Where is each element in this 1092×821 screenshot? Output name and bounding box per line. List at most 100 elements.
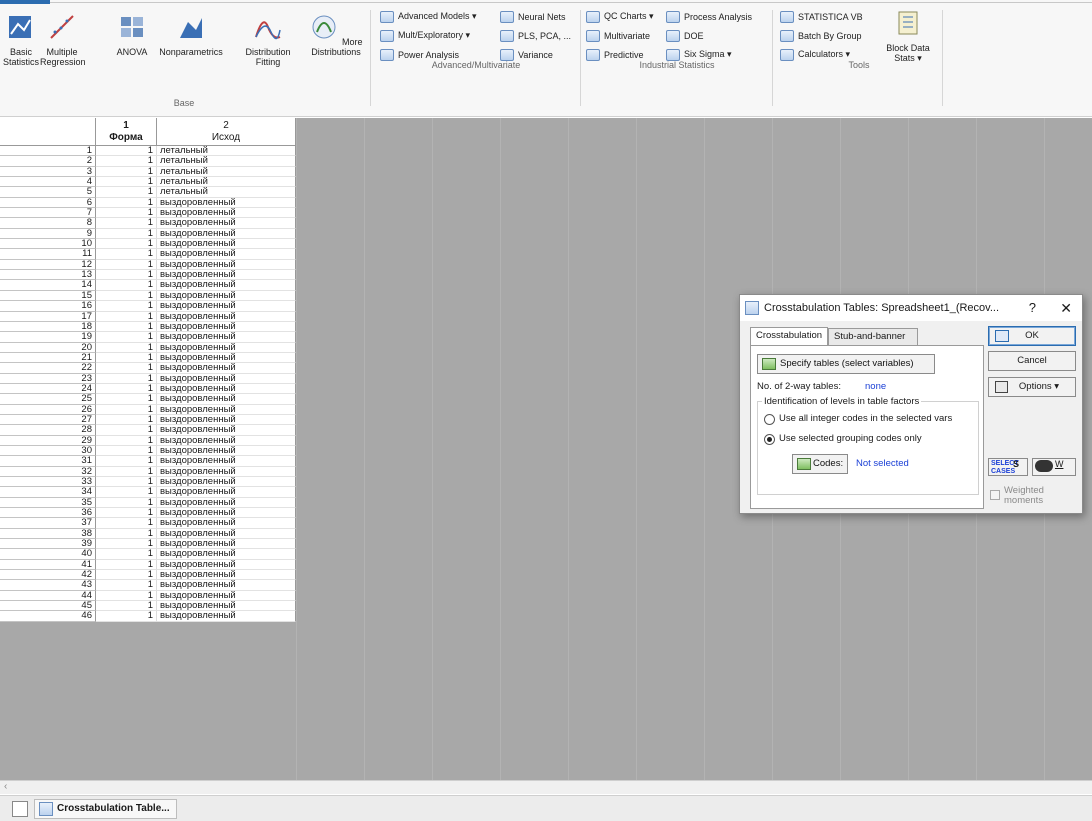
cell-iskhod[interactable]: выздоровленный bbox=[157, 301, 296, 312]
row-number[interactable]: 7 bbox=[0, 207, 96, 219]
cell-iskhod[interactable]: выздоровленный bbox=[157, 373, 296, 384]
cell-iskhod[interactable]: летальный bbox=[157, 187, 296, 198]
spreadsheet-window-icon[interactable] bbox=[12, 801, 28, 817]
cell-iskhod[interactable]: летальный bbox=[157, 166, 296, 178]
cell-iskhod[interactable]: выздоровленный bbox=[157, 466, 296, 477]
row-number[interactable]: 3 bbox=[0, 166, 96, 178]
row-number[interactable]: 1 bbox=[0, 145, 96, 157]
cell-iskhod[interactable]: выздоровленный bbox=[157, 280, 296, 291]
table-row[interactable]: 19 1 выздоровленный bbox=[0, 332, 296, 343]
qc-charts-button[interactable]: QC Charts ▾ bbox=[586, 8, 654, 25]
help-button[interactable]: ? bbox=[1029, 295, 1036, 321]
cell-iskhod[interactable]: выздоровленный bbox=[157, 611, 296, 622]
cell-iskhod[interactable]: выздоровленный bbox=[157, 456, 296, 467]
cell-iskhod[interactable]: выздоровленный bbox=[157, 497, 296, 509]
cell-iskhod[interactable]: выздоровленный bbox=[157, 342, 296, 353]
cell-iskhod[interactable]: выздоровленный bbox=[157, 601, 296, 612]
row-number[interactable]: 16 bbox=[0, 300, 96, 312]
table-row[interactable]: 22 1 выздоровленный bbox=[0, 363, 296, 374]
cell-iskhod[interactable]: летальный bbox=[157, 177, 296, 188]
row-number[interactable]: 8 bbox=[0, 218, 96, 229]
statistica-vb-button[interactable]: STATISTICA VB bbox=[780, 8, 863, 25]
cell-iskhod[interactable]: выздоровленный bbox=[157, 383, 296, 395]
cell-iskhod[interactable]: выздоровленный bbox=[157, 435, 296, 446]
codes-button[interactable]: Codes: bbox=[792, 454, 848, 474]
row-number[interactable]: 5 bbox=[0, 187, 96, 198]
tab-crosstabulation[interactable]: Crosstabulation bbox=[750, 327, 828, 345]
tab-stub-and-banner[interactable]: Stub-and-banner bbox=[828, 328, 918, 346]
cell-iskhod[interactable]: летальный bbox=[157, 146, 296, 157]
cell-iskhod[interactable]: выздоровленный bbox=[157, 477, 296, 488]
anova-button[interactable]: ANOVA bbox=[116, 12, 148, 57]
cell-iskhod[interactable]: выздоровленный bbox=[157, 445, 296, 457]
cell-iskhod[interactable]: выздоровленный bbox=[157, 404, 296, 415]
cell-iskhod[interactable]: выздоровленный bbox=[157, 559, 296, 571]
close-button[interactable]: ✕ bbox=[1060, 295, 1072, 321]
weight-button[interactable]: W bbox=[1032, 458, 1076, 476]
row-number[interactable]: 6 bbox=[0, 197, 96, 209]
horizontal-scrollbar[interactable]: ‹ bbox=[0, 780, 1092, 794]
cancel-button[interactable]: Cancel bbox=[988, 351, 1076, 371]
distribution-fitting-button[interactable]: Distribution Fitting bbox=[232, 12, 304, 67]
cell-iskhod[interactable]: выздоровленный bbox=[157, 290, 296, 302]
cell-iskhod[interactable]: выздоровленный bbox=[157, 311, 296, 322]
table-row[interactable]: 46 1 выздоровленный bbox=[0, 611, 296, 622]
cell-iskhod[interactable]: выздоровленный bbox=[157, 270, 296, 281]
multiple-regression-button[interactable]: Multiple Regression bbox=[40, 12, 86, 67]
process-analysis-button[interactable]: Process Analysis bbox=[666, 8, 752, 25]
dialog-titlebar[interactable]: Crosstabulation Tables: Spreadsheet1_(Re… bbox=[740, 295, 1082, 321]
nonparametrics-button[interactable]: Nonparametrics bbox=[150, 12, 232, 57]
options-button[interactable]: Options ▾ bbox=[988, 377, 1076, 397]
row-number[interactable]: 46 bbox=[0, 611, 96, 622]
cell-iskhod[interactable]: выздоровленный bbox=[157, 239, 296, 250]
radio-selected-codes[interactable] bbox=[764, 434, 775, 445]
column-header-forma[interactable]: 1 Форма bbox=[96, 118, 157, 146]
cell-iskhod[interactable]: выздоровленный bbox=[157, 352, 296, 364]
radio-all-codes[interactable] bbox=[764, 414, 775, 425]
cell-forma[interactable]: 1 bbox=[96, 611, 157, 622]
row-number[interactable]: 4 bbox=[0, 176, 96, 188]
cell-iskhod[interactable]: выздоровленный bbox=[157, 549, 296, 560]
taskbar-crosstab-item[interactable]: Crosstabulation Table... bbox=[34, 799, 177, 819]
sheet-corner[interactable] bbox=[0, 118, 96, 146]
cell-iskhod[interactable]: выздоровленный bbox=[157, 228, 296, 240]
cell-iskhod[interactable]: выздоровленный bbox=[157, 321, 296, 333]
specify-tables-button[interactable]: Specify tables (select variables) bbox=[757, 354, 935, 374]
cell-iskhod[interactable]: выздоровленный bbox=[157, 259, 296, 271]
cell-iskhod[interactable]: выздоровленный bbox=[157, 590, 296, 602]
cell-iskhod[interactable]: выздоровленный bbox=[157, 332, 296, 343]
table-row[interactable]: 16 1 выздоровленный bbox=[0, 300, 296, 312]
cell-iskhod[interactable]: выздоровленный bbox=[157, 580, 296, 591]
cell-iskhod[interactable]: выздоровленный bbox=[157, 218, 296, 229]
cell-iskhod[interactable]: выздоровленный bbox=[157, 414, 296, 426]
cell-iskhod[interactable]: выздоровленный bbox=[157, 539, 296, 550]
cell-iskhod[interactable]: выздоровленный bbox=[157, 197, 296, 209]
row-number[interactable]: 19 bbox=[0, 332, 96, 343]
cell-iskhod[interactable]: выздоровленный bbox=[157, 528, 296, 540]
mult-exploratory-button[interactable]: Mult/Exploratory ▾ bbox=[380, 27, 470, 44]
basic-statistics-button[interactable]: Basic Statistics bbox=[2, 12, 40, 67]
pls-pca-button[interactable]: PLS, PCA, ... bbox=[500, 27, 571, 44]
cell-iskhod[interactable]: летальный bbox=[157, 156, 296, 167]
cell-forma[interactable]: 1 bbox=[96, 363, 157, 374]
doe-button[interactable]: DOE bbox=[666, 27, 704, 44]
multivariate-button[interactable]: Multivariate bbox=[586, 27, 650, 44]
cell-forma[interactable]: 1 bbox=[96, 300, 157, 312]
cell-iskhod[interactable]: выздоровленный bbox=[157, 394, 296, 405]
batch-by-group-button[interactable]: Batch By Group bbox=[780, 27, 862, 44]
row-number[interactable]: 22 bbox=[0, 363, 96, 374]
advanced-models-button[interactable]: Advanced Models ▾ bbox=[380, 8, 477, 25]
cell-forma[interactable]: 1 bbox=[96, 332, 157, 343]
more-distributions-button[interactable]: More Distributions bbox=[306, 12, 366, 57]
block-data-stats-button[interactable]: Block Data Stats ▾ bbox=[884, 8, 932, 63]
cell-iskhod[interactable]: выздоровленный bbox=[157, 363, 296, 374]
cell-iskhod[interactable]: выздоровленный bbox=[157, 518, 296, 529]
cell-iskhod[interactable]: выздоровленный bbox=[157, 570, 296, 581]
cell-iskhod[interactable]: выздоровленный bbox=[157, 249, 296, 260]
weighted-moments-checkbox[interactable] bbox=[990, 490, 1000, 500]
neural-nets-button[interactable]: Neural Nets bbox=[500, 8, 566, 25]
select-cases-button[interactable]: SELECT CASES S bbox=[988, 458, 1028, 476]
scroll-left-icon[interactable]: ‹ bbox=[4, 781, 7, 792]
cell-iskhod[interactable]: выздоровленный bbox=[157, 487, 296, 498]
ok-button[interactable]: OK bbox=[988, 326, 1076, 346]
